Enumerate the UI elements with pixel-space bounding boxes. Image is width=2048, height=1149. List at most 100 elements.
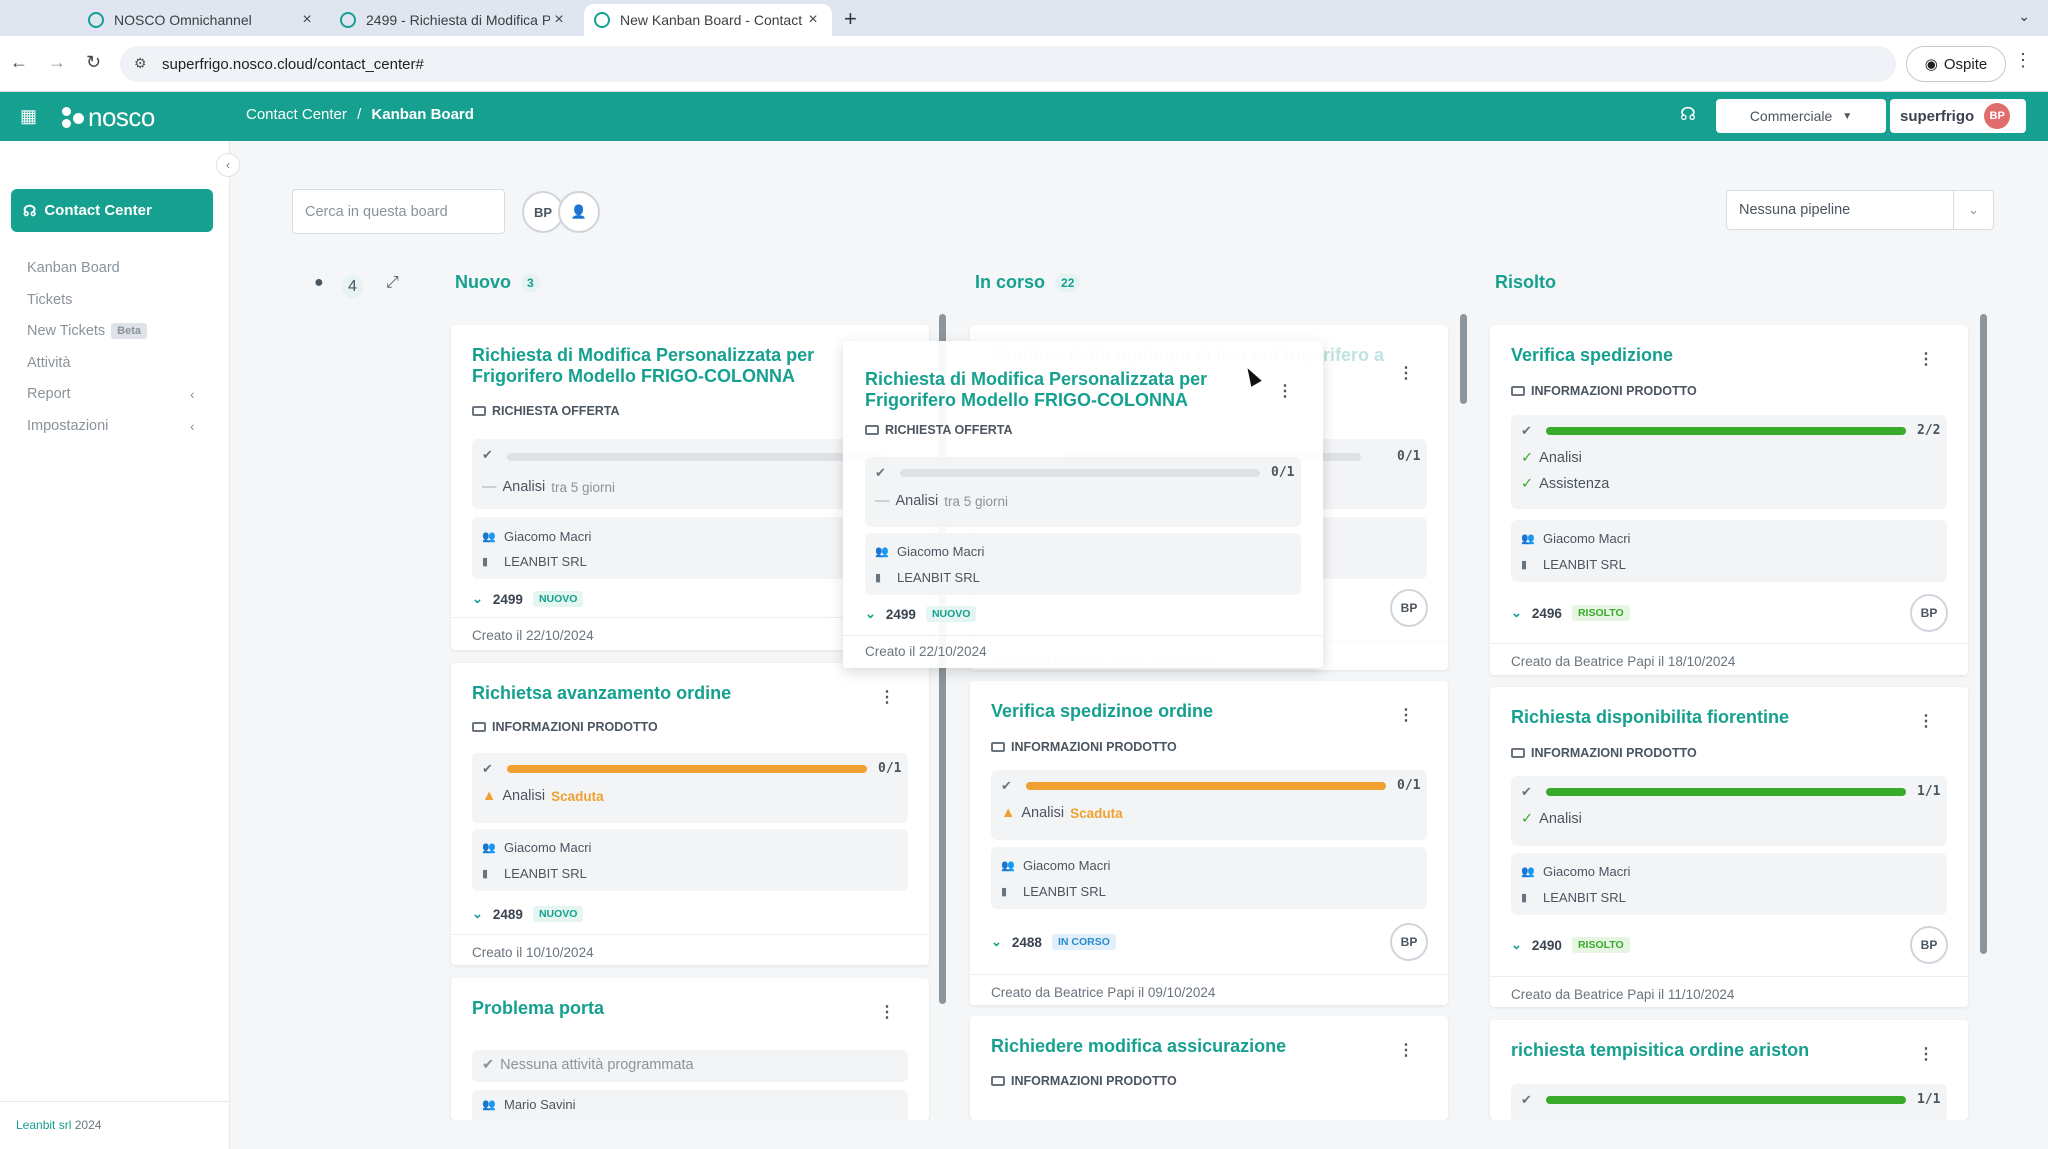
assignee-avatar[interactable]: BP xyxy=(1910,594,1948,632)
sidebar-contact-center-button[interactable]: ☊ Contact Center xyxy=(11,189,213,232)
logo[interactable]: nosco xyxy=(62,102,155,133)
activity-item[interactable]: ▲ Analisi Scaduta xyxy=(1001,805,1123,821)
assignee-name: Giacomo Macri xyxy=(1543,531,1631,546)
hidden-columns-icon[interactable]: ● xyxy=(314,274,324,292)
dragged-ticket-card[interactable]: Richiesta di Modifica Personalizzata per… xyxy=(843,341,1323,668)
card-title[interactable]: Richietsa avanzamento ordine xyxy=(472,683,731,704)
activity-item[interactable]: ✓ Analisi xyxy=(1521,450,1582,466)
activities-box: ✔ 1/1 ✓ Analisi xyxy=(1511,776,1947,846)
sidebar-item-attivita[interactable]: Attività xyxy=(27,355,71,371)
card-menu-icon[interactable]: ⋮ xyxy=(1398,363,1414,383)
column-scrollbar[interactable] xyxy=(1980,314,1987,954)
beta-badge: Beta xyxy=(111,323,148,339)
footer-company[interactable]: Leanbit srl xyxy=(16,1118,71,1132)
app-header: ▦ nosco Contact Center / Kanban Board ☊ … xyxy=(0,92,2048,141)
activities-box: ✔ Nessuna attività programmata xyxy=(472,1050,908,1082)
column-header-in-corso: In corso 22 xyxy=(975,272,1081,293)
activity-item[interactable]: — Analisi tra 5 giorni xyxy=(875,493,1008,509)
status-badge: NUOVO xyxy=(532,591,584,607)
activity-name: Analisi xyxy=(1539,450,1582,466)
double-check-icon: ✔ xyxy=(875,465,886,480)
activity-item[interactable]: ✓ Assistenza xyxy=(1521,476,1609,492)
card-menu-icon[interactable]: ⋮ xyxy=(1398,705,1414,725)
headset-icon[interactable]: ☊ xyxy=(1680,104,1696,125)
card-title[interactable]: Richiesta di Modifica Personalizzata per… xyxy=(472,345,892,387)
url-input[interactable]: ⚙ superfrigo.nosco.cloud/contact_center# xyxy=(120,46,1896,82)
card-title[interactable]: richiesta tempisitica ordine ariston xyxy=(1511,1040,1809,1061)
breadcrumb-root[interactable]: Contact Center xyxy=(246,106,347,123)
card-menu-icon[interactable]: ⋮ xyxy=(879,1002,895,1022)
sidebar-item-report[interactable]: Report xyxy=(27,386,71,402)
card-title[interactable]: Problema porta xyxy=(472,998,604,1019)
card-menu-icon[interactable]: ⋮ xyxy=(1918,1044,1934,1064)
activity-item[interactable]: ▲ Analisi Scaduta xyxy=(482,788,604,804)
ticket-card[interactable]: Problema porta ⋮ ✔ Nessuna attività progr… xyxy=(451,978,929,1120)
company-name: LEANBIT SRL xyxy=(504,866,587,881)
chevron-down-icon[interactable]: ⌄ xyxy=(991,934,1002,950)
card-category: INFORMAZIONI PRODOTTO xyxy=(991,1074,1177,1088)
chevron-down-icon[interactable]: ⌄ xyxy=(472,591,483,607)
sidebar-item-kanban-board[interactable]: Kanban Board xyxy=(27,260,120,276)
status-badge: RISOLTO xyxy=(1571,937,1630,953)
chevron-down-icon[interactable]: ⌄ xyxy=(1511,605,1522,621)
column-scrollbar[interactable] xyxy=(1460,314,1467,404)
expand-icon[interactable]: ⤢ xyxy=(386,274,399,292)
chevron-down-icon[interactable]: ⌄ xyxy=(865,606,876,622)
card-title[interactable]: Richiesta di Modifica Personalizzata per… xyxy=(865,369,1265,411)
chevron-left-icon[interactable]: ‹ xyxy=(190,418,195,434)
card-menu-icon[interactable]: ⋮ xyxy=(1277,381,1293,401)
category-label: INFORMAZIONI PRODOTTO xyxy=(492,720,658,734)
breadcrumb-current: Kanban Board xyxy=(371,106,474,123)
card-title[interactable]: Richiesta disponibilita fiorentine xyxy=(1511,707,1789,728)
activity-item[interactable]: — Analisi tra 5 giorni xyxy=(482,479,615,495)
site-settings-icon[interactable]: ⚙ xyxy=(134,55,147,72)
chevron-down-icon[interactable]: ⌄ xyxy=(472,906,483,922)
team-select[interactable]: Commerciale ▼ xyxy=(1716,99,1886,133)
card-title[interactable]: Richiedere modifica assicurazione xyxy=(991,1036,1286,1057)
forward-icon[interactable]: → xyxy=(48,52,66,73)
card-title[interactable]: Verifica spedizione xyxy=(1511,345,1673,366)
sidebar-item-impostazioni[interactable]: Impostazioni xyxy=(27,418,108,434)
card-title[interactable]: Verifica spedizinoe ordine xyxy=(991,701,1213,722)
pipeline-select[interactable]: Nessuna pipeline ⌄ xyxy=(1726,190,1994,230)
search-input[interactable]: Cerca in questa board xyxy=(292,189,505,234)
user-menu[interactable]: superfrigo BP xyxy=(1890,99,2026,133)
ticket-card[interactable]: Verifica spedizione ⋮ INFORMAZIONI PRODO… xyxy=(1490,325,1968,675)
apps-grid-icon[interactable]: ▦ xyxy=(20,106,37,127)
browser-menu-icon[interactable]: ⋮ xyxy=(2014,50,2032,71)
assignee: 👥 Giacomo Macri xyxy=(1521,531,1630,546)
person-filter-icon[interactable]: 👤 xyxy=(558,191,600,233)
assignee-avatar[interactable]: BP xyxy=(1910,926,1948,964)
profile-button[interactable]: ◉ Ospite xyxy=(1906,46,2006,82)
ticket-card[interactable]: richiesta tempisitica ordine ariston ⋮ ✔… xyxy=(1490,1020,1968,1120)
card-menu-icon[interactable]: ⋮ xyxy=(879,687,895,707)
card-menu-icon[interactable]: ⋮ xyxy=(1918,711,1934,731)
collapse-sidebar-icon[interactable]: ‹ xyxy=(216,153,240,177)
close-icon[interactable]: × xyxy=(298,11,316,29)
footer-year: 2024 xyxy=(74,1118,102,1132)
activity-item[interactable]: ✓ Analisi xyxy=(1521,811,1582,827)
reload-icon[interactable]: ↻ xyxy=(86,52,101,73)
sidebar-item-tickets[interactable]: Tickets xyxy=(27,292,72,308)
new-tab-icon[interactable]: + xyxy=(844,6,857,32)
chevron-down-icon[interactable]: ⌄ xyxy=(2018,8,2030,25)
chevron-left-icon[interactable]: ‹ xyxy=(190,386,195,402)
card-menu-icon[interactable]: ⋮ xyxy=(1398,1040,1414,1060)
sidebar-item-new-tickets[interactable]: New Tickets Beta xyxy=(27,323,148,339)
back-icon[interactable]: ← xyxy=(10,52,28,73)
browser-tab[interactable]: NOSCO Omnichannel × xyxy=(78,4,326,36)
assignee-avatar[interactable]: BP xyxy=(1390,923,1428,961)
ticket-card[interactable]: Verifica spedizinoe ordine ⋮ INFORMAZION… xyxy=(970,681,1448,1005)
chevron-down-icon[interactable]: ⌄ xyxy=(1511,937,1522,953)
ticket-card[interactable]: Richietsa avanzamento ordine ⋮ INFORMAZI… xyxy=(451,663,929,965)
ticket-card[interactable]: Richiedere modifica assicurazione ⋮ INFO… xyxy=(970,1016,1448,1120)
card-menu-icon[interactable]: ⋮ xyxy=(1918,349,1934,369)
ticket-card[interactable]: Richiesta disponibilita fiorentine ⋮ INF… xyxy=(1490,687,1968,1007)
close-icon[interactable]: × xyxy=(804,11,822,29)
assignee-avatar[interactable]: BP xyxy=(1390,589,1428,627)
board-bottom-edge xyxy=(230,1120,2048,1149)
browser-tab-active[interactable]: New Kanban Board - Contact C × xyxy=(584,4,832,36)
caret-down-icon: ▼ xyxy=(1842,110,1853,122)
close-icon[interactable]: × xyxy=(550,11,568,29)
browser-tab[interactable]: 2499 - Richiesta di Modifica P × xyxy=(330,4,578,36)
